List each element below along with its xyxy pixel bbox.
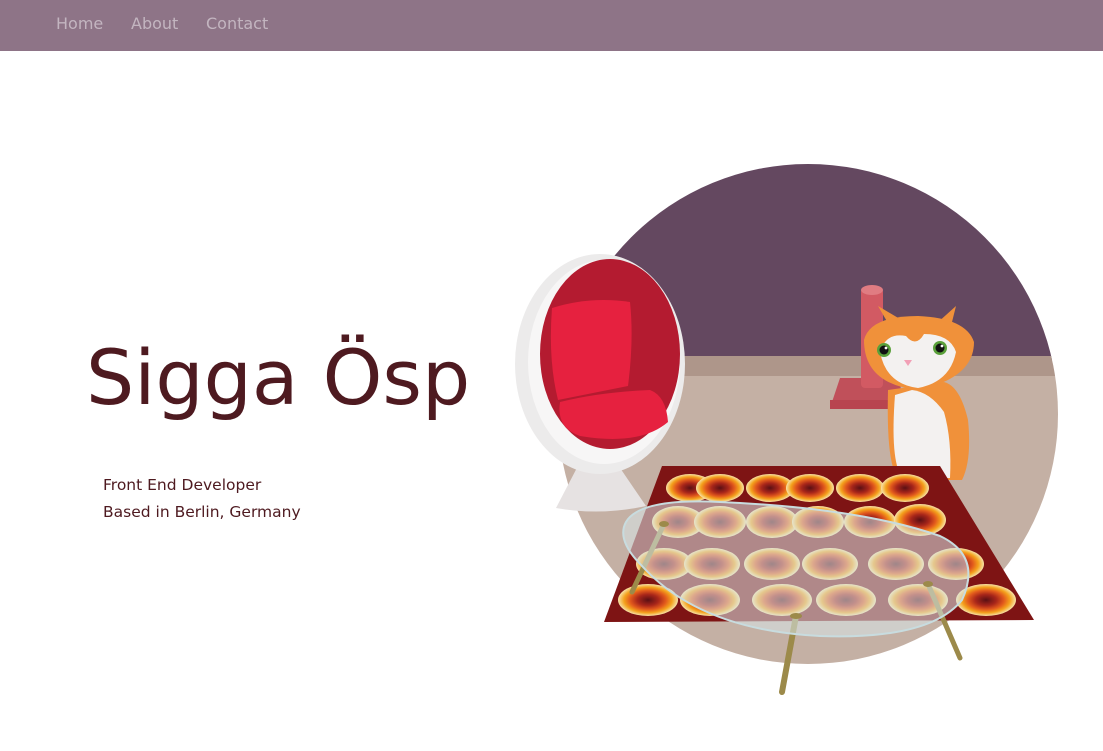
nav-link-about[interactable]: About	[131, 14, 178, 33]
living-room-illustration	[515, 164, 1058, 695]
nav-link-contact[interactable]: Contact	[206, 14, 268, 33]
nav-link-home[interactable]: Home	[56, 14, 103, 33]
hero-name-heading: Sigga Ösp	[86, 333, 471, 422]
hero-role-text: Front End Developer	[103, 476, 262, 494]
top-navbar: Home About Contact	[0, 0, 1103, 51]
hero-location-text: Based in Berlin, Germany	[103, 503, 301, 521]
